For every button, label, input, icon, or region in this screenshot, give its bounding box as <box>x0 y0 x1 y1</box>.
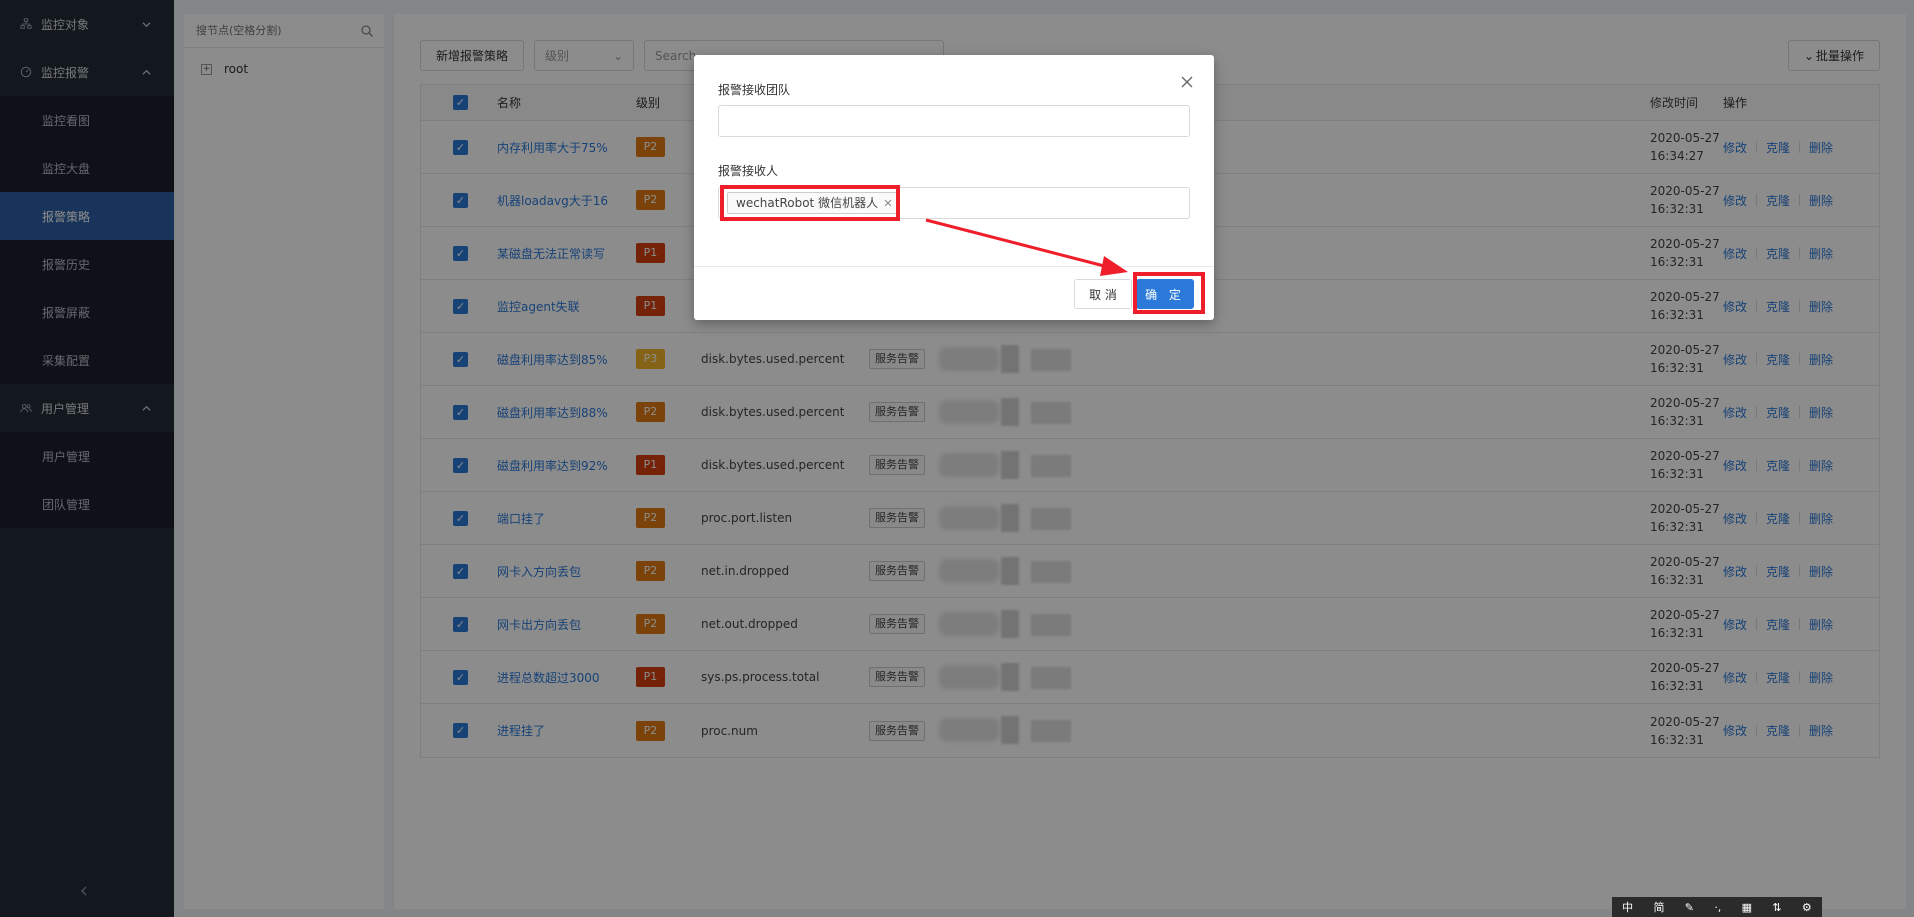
ime-button[interactable]: ⇅ <box>1772 901 1781 914</box>
team-label: 报警接收团队 <box>718 83 791 97</box>
ime-button[interactable]: ·, <box>1714 901 1721 914</box>
ime-button[interactable]: ▦ <box>1742 901 1752 914</box>
receiver-modal: 报警接收团队 报警接收人 wechatRobot 微信机器人 取 消 确 定 <box>694 55 1214 320</box>
team-field[interactable] <box>718 105 1190 137</box>
annotation-highlight-confirm <box>1133 272 1205 314</box>
receiver-label: 报警接收人 <box>718 164 779 178</box>
ime-button[interactable]: ⚙ <box>1802 901 1812 914</box>
ime-toolbar: 中 简 ✎ ·, ▦ ⇅ ⚙ <box>1612 897 1822 917</box>
annotation-highlight-tag <box>720 185 900 221</box>
ime-button[interactable]: ✎ <box>1685 901 1694 914</box>
close-icon[interactable] <box>1180 75 1194 89</box>
ime-button[interactable]: 简 <box>1653 899 1664 915</box>
cancel-button[interactable]: 取 消 <box>1074 279 1132 309</box>
ime-button[interactable]: 中 <box>1622 899 1633 915</box>
